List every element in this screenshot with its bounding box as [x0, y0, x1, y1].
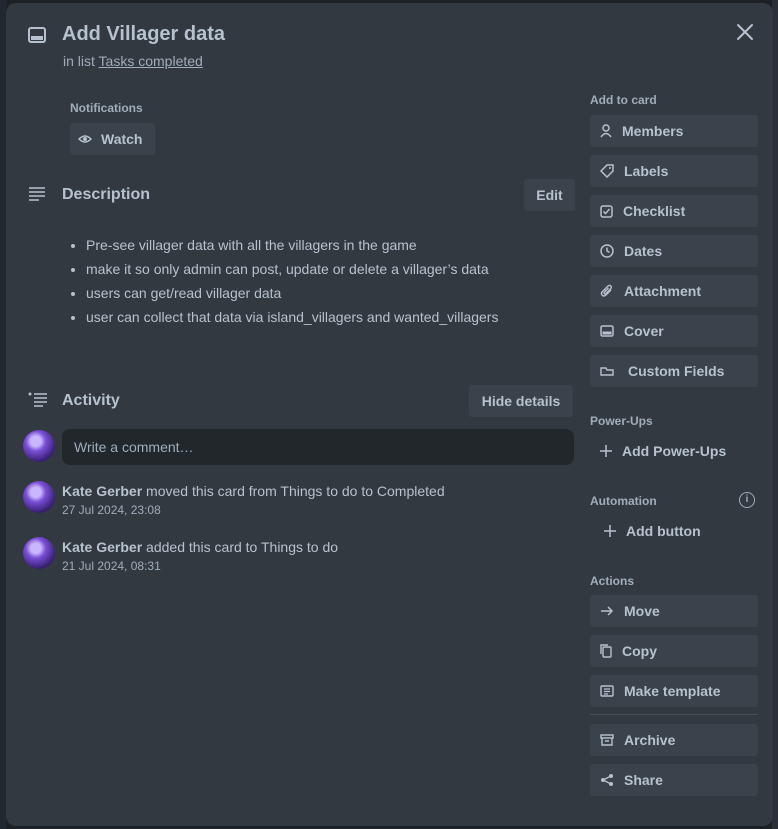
add-to-card-label: Add to card — [590, 93, 657, 107]
add-button-label: Add button — [626, 523, 701, 539]
share-button[interactable]: Share — [590, 764, 758, 796]
move-label: Move — [624, 603, 660, 619]
custom-fields-button[interactable]: Custom Fields — [590, 355, 758, 387]
archive-button[interactable]: Archive — [590, 724, 758, 756]
clock-icon — [600, 244, 614, 258]
checklist-button[interactable]: Checklist — [590, 195, 758, 227]
info-icon[interactable]: i — [739, 492, 755, 508]
description-item: make it so only admin can post, update o… — [86, 260, 498, 284]
close-icon[interactable] — [734, 21, 756, 43]
checkbox-icon — [600, 204, 613, 218]
activity-entry: Kate Gerber moved this card from Things … — [62, 483, 445, 499]
paperclip-icon — [600, 284, 613, 297]
members-label: Members — [622, 123, 684, 139]
actions-label: Actions — [590, 574, 635, 588]
attachment-button[interactable]: Attachment — [590, 275, 758, 307]
template-icon — [600, 685, 614, 697]
description-heading: Description — [62, 186, 151, 203]
list-breadcrumb: in list Tasks completed — [63, 53, 203, 69]
plus-icon — [600, 445, 612, 457]
edit-description-button[interactable]: Edit — [524, 179, 575, 211]
attachment-label: Attachment — [624, 283, 702, 299]
card-icon — [28, 27, 46, 43]
in-list-prefix: in list — [63, 53, 95, 69]
actions-divider — [590, 714, 758, 715]
cover-icon — [600, 325, 614, 337]
activity-heading: Activity — [62, 392, 120, 409]
archive-icon — [600, 734, 614, 746]
powerups-label: Power-Ups — [590, 414, 653, 428]
custom-fields-label: Custom Fields — [628, 363, 725, 379]
comment-input[interactable]: Write a comment… — [62, 429, 574, 465]
description-icon — [29, 187, 45, 201]
avatar[interactable] — [23, 537, 55, 569]
eye-icon — [78, 135, 92, 143]
dates-button[interactable]: Dates — [590, 235, 758, 267]
activity-text: added this card to Things to do — [146, 539, 339, 555]
copy-icon — [600, 644, 612, 658]
avatar[interactable] — [23, 430, 55, 462]
watch-button[interactable]: Watch — [70, 123, 155, 155]
cover-label: Cover — [624, 323, 664, 339]
activity-text: moved this card from Things to do to Com… — [146, 483, 445, 499]
plus-icon — [604, 525, 616, 537]
labels-label: Labels — [624, 163, 669, 179]
hide-details-button[interactable]: Hide details — [469, 385, 573, 417]
description-item: Pre-see villager data with all the villa… — [86, 236, 498, 260]
field-icon — [600, 367, 614, 376]
avatar[interactable] — [23, 481, 55, 513]
add-powerups-label: Add Power-Ups — [622, 443, 727, 459]
archive-label: Archive — [624, 732, 676, 748]
person-icon — [600, 124, 612, 138]
add-button-button[interactable]: Add button — [590, 515, 758, 547]
move-button[interactable]: Move — [590, 595, 758, 627]
edit-label: Edit — [536, 187, 563, 203]
copy-label: Copy — [622, 643, 657, 659]
hide-details-label: Hide details — [481, 393, 561, 409]
tag-icon — [600, 164, 614, 178]
make-template-button[interactable]: Make template — [590, 675, 758, 707]
list-link[interactable]: Tasks completed — [99, 53, 203, 69]
make-template-label: Make template — [624, 683, 721, 699]
card-detail-modal: Add Villager data in list Tasks complete… — [6, 3, 773, 826]
description-item: user can collect that data via island_vi… — [86, 308, 498, 332]
activity-icon — [28, 392, 47, 407]
automation-label: Automation — [590, 494, 657, 508]
share-icon — [601, 774, 613, 786]
notifications-label: Notifications — [70, 101, 143, 115]
watch-label: Watch — [101, 131, 143, 147]
activity-timestamp[interactable]: 27 Jul 2024, 23:08 — [62, 503, 161, 517]
members-button[interactable]: Members — [590, 115, 758, 147]
arrow-right-icon — [601, 606, 614, 616]
add-powerups-button[interactable]: Add Power-Ups — [590, 435, 758, 467]
labels-button[interactable]: Labels — [590, 155, 758, 187]
activity-timestamp[interactable]: 21 Jul 2024, 08:31 — [62, 559, 161, 573]
cover-button[interactable]: Cover — [590, 315, 758, 347]
activity-entry: Kate Gerber added this card to Things to… — [62, 539, 338, 555]
description-list[interactable]: Pre-see villager data with all the villa… — [86, 236, 498, 332]
card-title[interactable]: Add Villager data — [62, 23, 225, 46]
checklist-label: Checklist — [623, 203, 686, 219]
description-item: users can get/read villager data — [86, 284, 498, 308]
activity-user[interactable]: Kate Gerber — [62, 539, 142, 555]
activity-user[interactable]: Kate Gerber — [62, 483, 142, 499]
dates-label: Dates — [624, 243, 663, 259]
copy-button[interactable]: Copy — [590, 635, 758, 667]
share-label: Share — [624, 772, 663, 788]
